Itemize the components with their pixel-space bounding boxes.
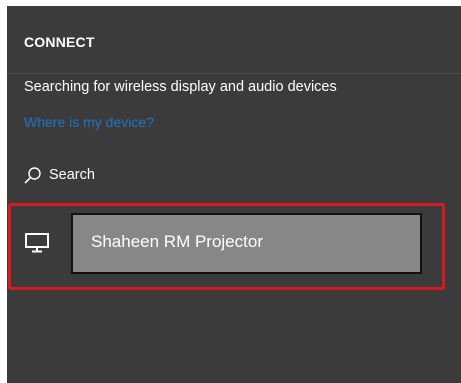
connect-panel: CONNECT Searching for wireless display a… bbox=[7, 6, 461, 383]
device-name-box: Shaheen RM Projector bbox=[71, 213, 422, 274]
panel-title: CONNECT bbox=[24, 34, 95, 50]
device-name: Shaheen RM Projector bbox=[91, 232, 263, 251]
search-icon bbox=[24, 166, 42, 184]
search-button[interactable]: Search bbox=[24, 164, 95, 186]
monitor-icon bbox=[25, 233, 49, 253]
device-item-shaheen-rm-projector[interactable]: Shaheen RM Projector bbox=[8, 203, 445, 290]
search-label: Search bbox=[49, 167, 95, 183]
divider bbox=[7, 73, 461, 74]
search-status-text: Searching for wireless display and audio… bbox=[24, 79, 337, 95]
where-is-my-device-link[interactable]: Where is my device? bbox=[24, 114, 154, 130]
